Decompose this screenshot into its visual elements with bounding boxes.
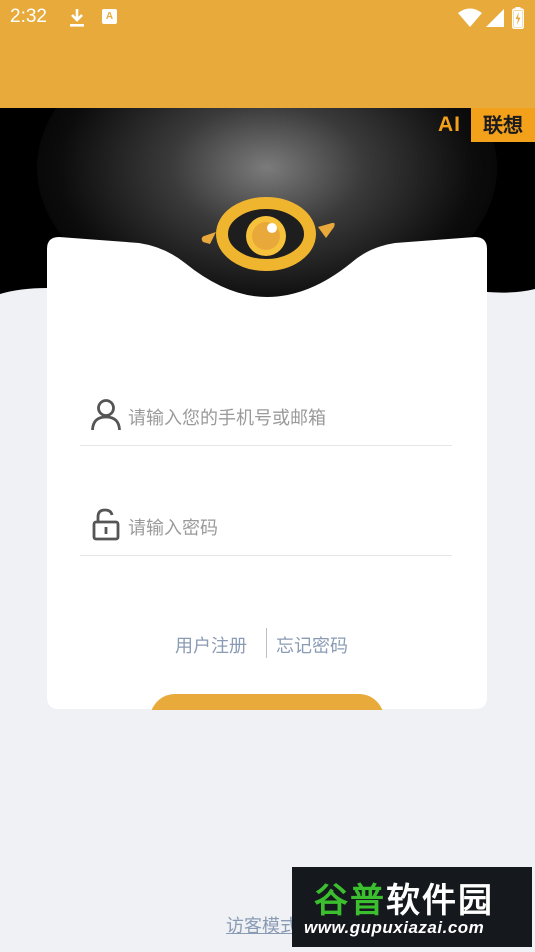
wifi-icon — [458, 8, 482, 27]
status-bar: 2:32 A — [0, 0, 535, 36]
user-icon — [91, 399, 121, 431]
app-header — [0, 36, 535, 108]
login-button-shape — [150, 694, 384, 710]
eye-logo-icon — [201, 197, 335, 271]
brand-ai-label: AI — [438, 113, 461, 136]
brand-name: 联想 — [471, 108, 535, 142]
register-link[interactable]: 用户注册 — [175, 632, 247, 658]
account-links: 用户注册 忘记密码 — [0, 628, 535, 660]
watermark-brand-white: 软件园 — [386, 881, 494, 921]
links-divider — [266, 628, 267, 658]
watermark-url: www.gupuxiazai.com — [304, 918, 485, 937]
watermark-brand-green: 谷普 — [314, 881, 386, 921]
a-notification-icon: A — [102, 9, 117, 24]
forgot-password-link[interactable]: 忘记密码 — [276, 632, 348, 658]
account-input-placeholder: 请输入您的手机号或邮箱 — [128, 408, 326, 429]
login-button[interactable] — [150, 694, 384, 710]
lock-icon — [92, 508, 120, 541]
guest-mode-link[interactable]: 访客模式 — [226, 912, 298, 938]
watermark: 谷普软件园 www.gupuxiazai.com — [292, 867, 532, 947]
account-field[interactable]: 请输入您的手机号或邮箱 — [80, 385, 452, 446]
battery-charging-icon — [512, 7, 524, 29]
signal-icon — [486, 9, 504, 27]
status-time: 2:32 — [10, 6, 47, 27]
password-input-placeholder: 请输入密码 — [128, 518, 218, 539]
password-field[interactable]: 请输入密码 — [80, 495, 452, 556]
brand-badge: AI 联想 — [438, 108, 535, 142]
download-icon — [70, 9, 84, 27]
watermark-brand: 谷普软件园 — [314, 873, 494, 922]
